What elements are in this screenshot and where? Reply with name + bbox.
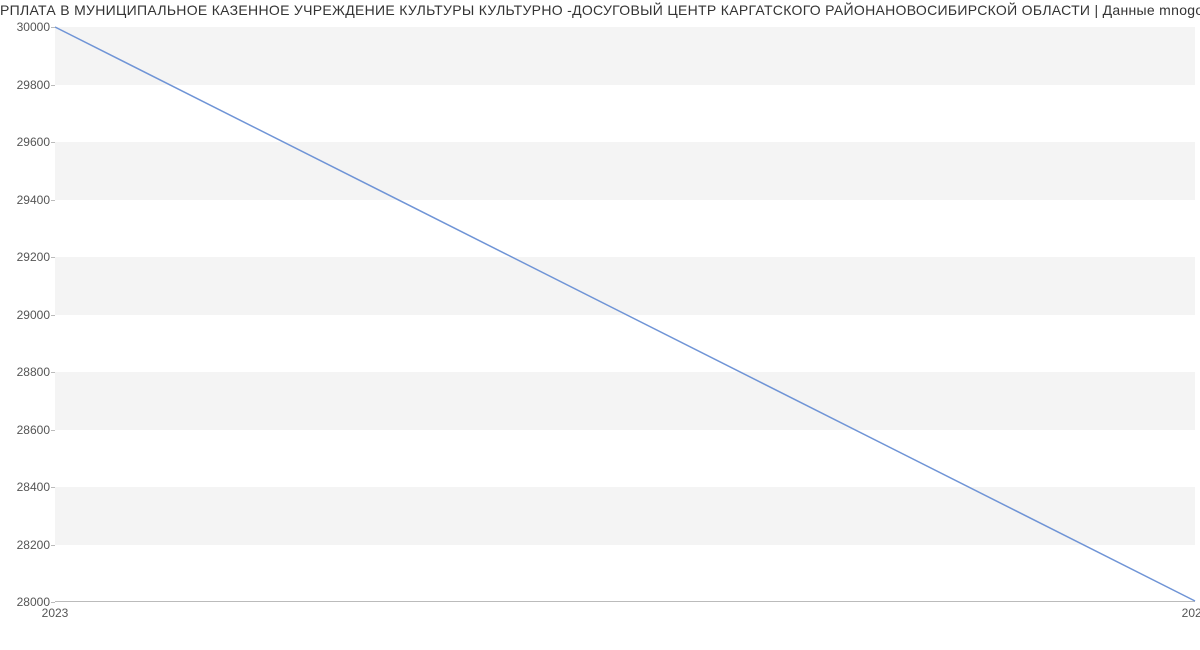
y-tick-label: 29400 xyxy=(5,193,50,207)
chart-area: 2800028200284002860028800290002920029400… xyxy=(0,22,1200,627)
y-tick-mark xyxy=(51,85,55,86)
y-tick-label: 29600 xyxy=(5,135,50,149)
y-tick-mark xyxy=(51,142,55,143)
y-tick-label: 28200 xyxy=(5,538,50,552)
y-tick-label: 30000 xyxy=(5,20,50,34)
y-tick-mark xyxy=(51,430,55,431)
y-tick-mark xyxy=(51,27,55,28)
y-tick-label: 29200 xyxy=(5,250,50,264)
y-tick-label: 28600 xyxy=(5,423,50,437)
y-tick-label: 28800 xyxy=(5,365,50,379)
y-tick-mark xyxy=(51,602,55,603)
y-tick-label: 29800 xyxy=(5,78,50,92)
y-tick-mark xyxy=(51,257,55,258)
line-series xyxy=(55,27,1195,601)
y-tick-label: 28400 xyxy=(5,480,50,494)
y-tick-mark xyxy=(51,200,55,201)
plot-area xyxy=(55,27,1195,602)
y-tick-mark xyxy=(51,487,55,488)
y-tick-mark xyxy=(51,545,55,546)
x-tick-label: 2023 xyxy=(42,606,69,620)
y-tick-mark xyxy=(51,372,55,373)
chart-title: РПЛАТА В МУНИЦИПАЛЬНОЕ КАЗЕННОЕ УЧРЕЖДЕН… xyxy=(0,0,1200,18)
x-tick-label: 2024 xyxy=(1182,606,1200,620)
y-tick-mark xyxy=(51,315,55,316)
y-tick-label: 29000 xyxy=(5,308,50,322)
